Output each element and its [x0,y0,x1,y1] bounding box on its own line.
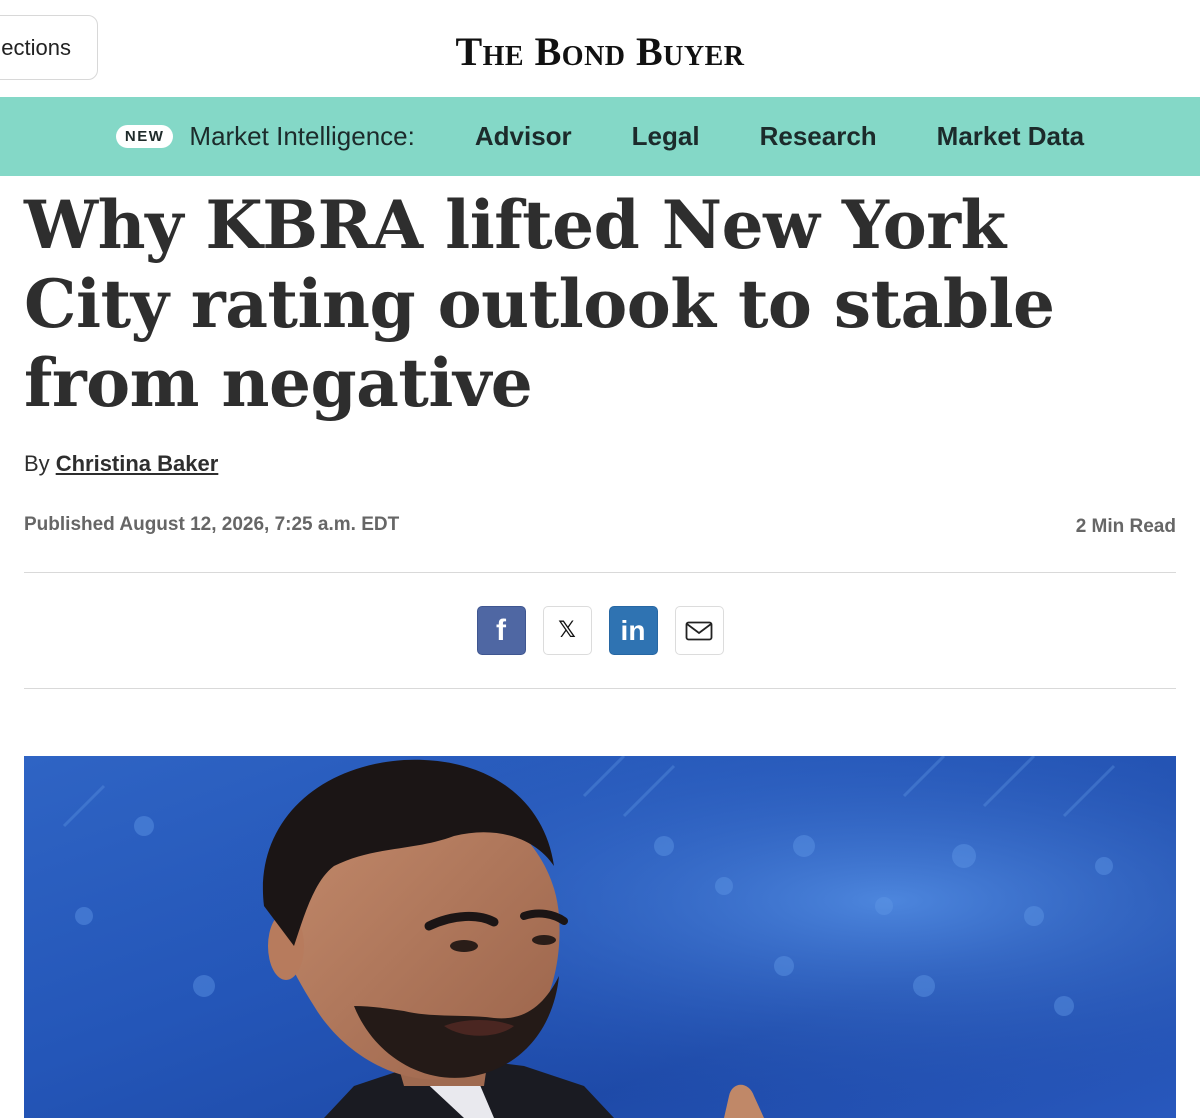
read-time: 2 Min Read [1075,516,1176,537]
new-badge: NEW [115,125,174,148]
share-bar: f 𝕏 in [0,606,1200,655]
nav-link-legal[interactable]: Legal [632,121,700,152]
hero-image [24,756,1176,1118]
byline: By Christina Baker [24,451,218,477]
nav-link-research[interactable]: Research [760,121,877,152]
site-logo[interactable]: The Bond Buyer [0,28,1200,75]
author-link[interactable]: Christina Baker [56,451,219,476]
divider [24,688,1176,689]
share-email-button[interactable] [674,606,724,655]
byline-prefix: By [24,451,50,476]
market-intelligence-label: Market Intelligence: [189,121,415,151]
divider [24,572,1176,573]
x-icon: 𝕏 [558,617,576,643]
share-x-button[interactable]: 𝕏 [542,606,592,655]
share-linkedin-button[interactable]: in [608,606,658,655]
nav-link-market-data[interactable]: Market Data [937,121,1084,152]
published-date: Published August 12, 2026, 7:25 a.m. EDT [24,514,400,535]
market-intelligence-bar: NEW Market Intelligence: Advisor Legal R… [0,97,1200,176]
site-header: ections The Bond Buyer [0,0,1200,97]
article-headline: Why KBRA lifted New York City rating out… [24,186,1055,422]
email-icon [685,621,713,640]
share-facebook-button[interactable]: f [476,606,526,655]
hero-photo [24,756,1176,1118]
linkedin-icon: in [620,614,646,646]
facebook-icon: f [496,613,506,647]
nav-link-advisor[interactable]: Advisor [475,121,572,152]
